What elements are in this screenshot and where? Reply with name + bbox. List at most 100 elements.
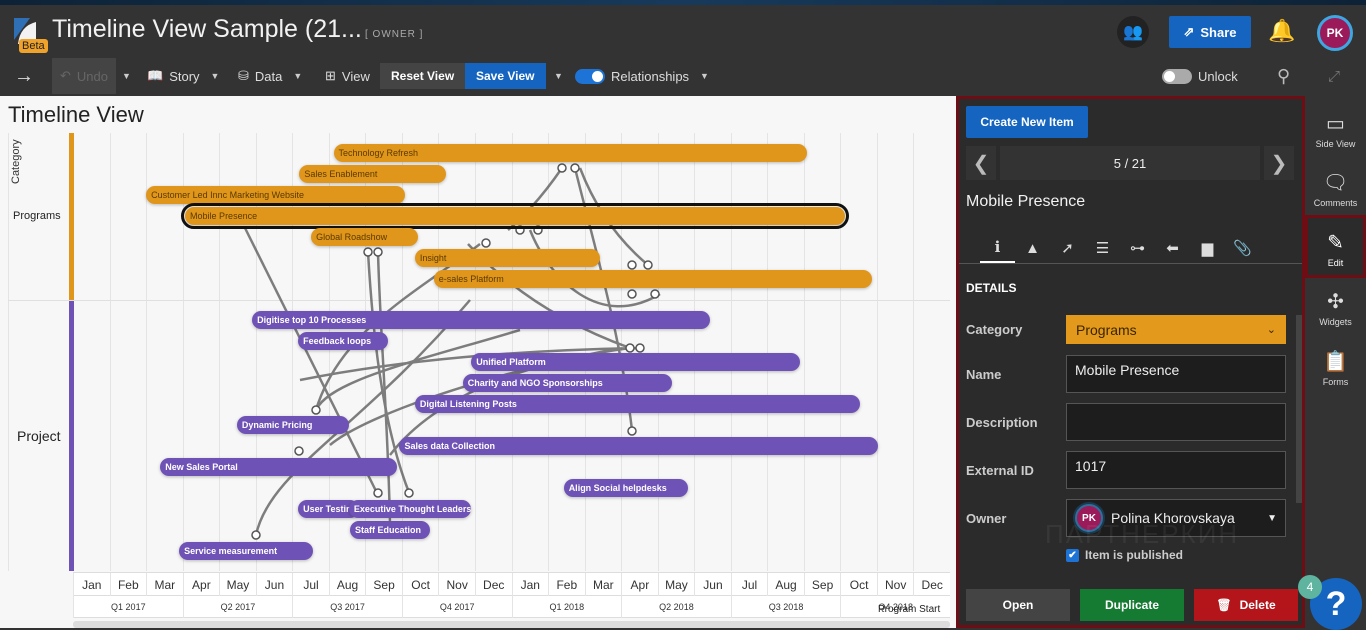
timeline-bar[interactable]: Sales data Collection [399,437,879,455]
fullscreen-icon[interactable]: ⤢ [1328,58,1340,94]
timeline-bar[interactable]: Digital Listening Posts [414,395,861,413]
chevron-down-icon: ▼ [695,71,709,81]
timeline-bar[interactable]: Unified Platform [471,353,801,371]
sidebar-item-comments[interactable]: 🗨 Comments [1305,170,1366,208]
puzzle-icon: ✣ [1327,291,1344,313]
gridline [511,133,513,571]
data-menu[interactable]: ⛁ Data ▼ [238,58,302,94]
hierarchy-icon: ⊶ [1130,240,1145,257]
timeline-bar[interactable]: Technology Refresh [333,144,808,162]
next-item-button[interactable]: ❯ [1264,146,1294,180]
external-id-field[interactable]: 1017 [1066,451,1286,489]
user-avatar[interactable]: PK [1317,15,1353,51]
duplicate-button[interactable]: Duplicate [1080,589,1184,621]
share-icon: ⇗ [1183,24,1195,39]
arrow-right-icon[interactable]: → [14,58,34,94]
timeline-bar[interactable]: Charity and NGO Sponsorships [462,374,672,392]
timeline-bar[interactable]: Feedback loops [298,332,389,350]
users-button[interactable]: 👥 [1117,16,1149,48]
category-header: Category [10,139,22,184]
month-label: Jun [694,573,731,597]
timeline-bar[interactable]: Dynamic Pricing [236,416,349,434]
timeline-bar[interactable]: e-sales Platform [433,270,873,288]
gridline [621,133,623,571]
open-button[interactable]: Open [966,589,1070,621]
share-button[interactable]: ⇗ Share [1169,16,1251,48]
tag-icon: ⬅ [1166,240,1179,257]
timeline-bar[interactable]: Align Social helpdesks [563,479,689,497]
view-menu[interactable]: ⊞ View [325,58,370,94]
gridline [840,133,842,571]
pencil-icon: ✎ [1327,232,1344,254]
notifications-bell-icon[interactable]: 🔔 [1268,18,1295,44]
relationships-toggle[interactable]: Relationships ▼ [575,58,709,94]
info-icon: i [994,238,1001,256]
gridline [109,133,111,571]
toggle-switch[interactable] [575,68,605,84]
tab-divider [959,263,1302,264]
month-label: Dec [474,573,512,597]
list-icon: ☰ [1095,240,1110,257]
panel-tabs: i ▲ ➚ ☰ ⊶ ⬅ ▆ 📎 [980,233,1260,263]
save-view-button[interactable]: Save View [465,63,546,89]
tab-actions[interactable]: ➚ [1050,233,1085,263]
timeline-bar[interactable]: Digitise top 10 Processes [252,311,711,329]
sidebar-item-forms[interactable]: 📋 Forms [1305,349,1366,387]
sidebar-item-widgets[interactable]: ✣ Widgets [1305,289,1366,327]
timeline-bar[interactable]: Global Roadshow [311,228,419,246]
gridline [657,133,659,571]
timeline-bar[interactable]: Sales Enablement [299,165,446,183]
unlock-toggle[interactable]: Unlock [1162,58,1238,94]
timeline-bar[interactable]: Customer Led Innc Marketing Website [146,186,406,204]
month-label: Nov [876,573,914,597]
trash-icon: 🗑 [1216,598,1232,612]
chevron-right-icon: ❯ [1270,152,1288,175]
description-label: Description [966,415,1038,430]
timeline-bar[interactable]: Insight [414,249,600,267]
name-field[interactable]: Mobile Presence [1066,355,1286,393]
quarter-label: Q3 2017 [292,596,402,618]
page-title[interactable]: Timeline View Sample (21... [52,15,362,44]
tab-hierarchy[interactable]: ⊶ [1120,233,1155,263]
gridline [730,133,732,571]
tab-list[interactable]: ☰ [1085,233,1120,263]
tab-image[interactable]: ▲ [1015,233,1050,263]
published-checkbox[interactable]: ✔ Item is published [1066,548,1183,562]
gridline [694,133,696,571]
description-field[interactable] [1066,403,1286,441]
tab-layout[interactable]: ▆ [1190,233,1225,263]
create-new-item-button[interactable]: Create New Item [966,106,1088,138]
tab-attachments[interactable]: 📎 [1225,233,1260,263]
undo-button[interactable]: ↶ Undo [52,58,116,94]
sidebar-item-edit[interactable]: ✎ Edit [1305,215,1366,278]
checkbox-checked-icon[interactable]: ✔ [1066,548,1079,562]
timeline-bar[interactable]: Mobile Presence [181,203,850,229]
horizontal-scrollbar[interactable] [73,621,950,628]
month-label: May [219,573,256,597]
quarter-label: Q3 2018 [730,596,841,618]
undo-dropdown-caret[interactable]: ▼ [122,58,131,94]
timeline-bar[interactable]: Service measurement [179,542,314,560]
sidebar-item-side-view[interactable]: ▭ Side View [1305,111,1366,149]
story-menu[interactable]: 📖 Story ▼ [147,58,219,94]
save-view-dropdown-caret[interactable]: ▼ [554,58,563,94]
toggle-switch[interactable] [1162,68,1192,84]
timeline-bar[interactable]: Executive Thought Leaders [348,500,472,518]
help-notification-badge: 4 [1298,575,1322,599]
previous-item-button[interactable]: ❮ [966,146,996,180]
delete-button[interactable]: 🗑 Delete [1194,589,1298,621]
role-label: [ OWNER ] [365,29,424,40]
band-divider [8,300,950,301]
quarter-axis: Q1 2017 Q2 2017 Q3 2017 Q4 2017 Q1 2018 Q2 20… [73,596,950,618]
gridline [803,133,805,571]
reset-view-button[interactable]: Reset View [380,63,466,89]
search-icon[interactable]: ⚲ [1277,58,1290,94]
tab-tags[interactable]: ⬅ [1155,233,1190,263]
sidebar-label: Comments [1313,198,1358,208]
panel-scrollbar[interactable] [1296,315,1302,503]
timeline-title: Timeline View [8,102,144,127]
timeline-bar[interactable]: New Sales Portal [160,458,397,476]
tab-info[interactable]: i [980,233,1015,263]
timeline-bar[interactable]: Staff Education [350,521,431,539]
category-select[interactable]: Programs ⌄ [1066,315,1286,344]
